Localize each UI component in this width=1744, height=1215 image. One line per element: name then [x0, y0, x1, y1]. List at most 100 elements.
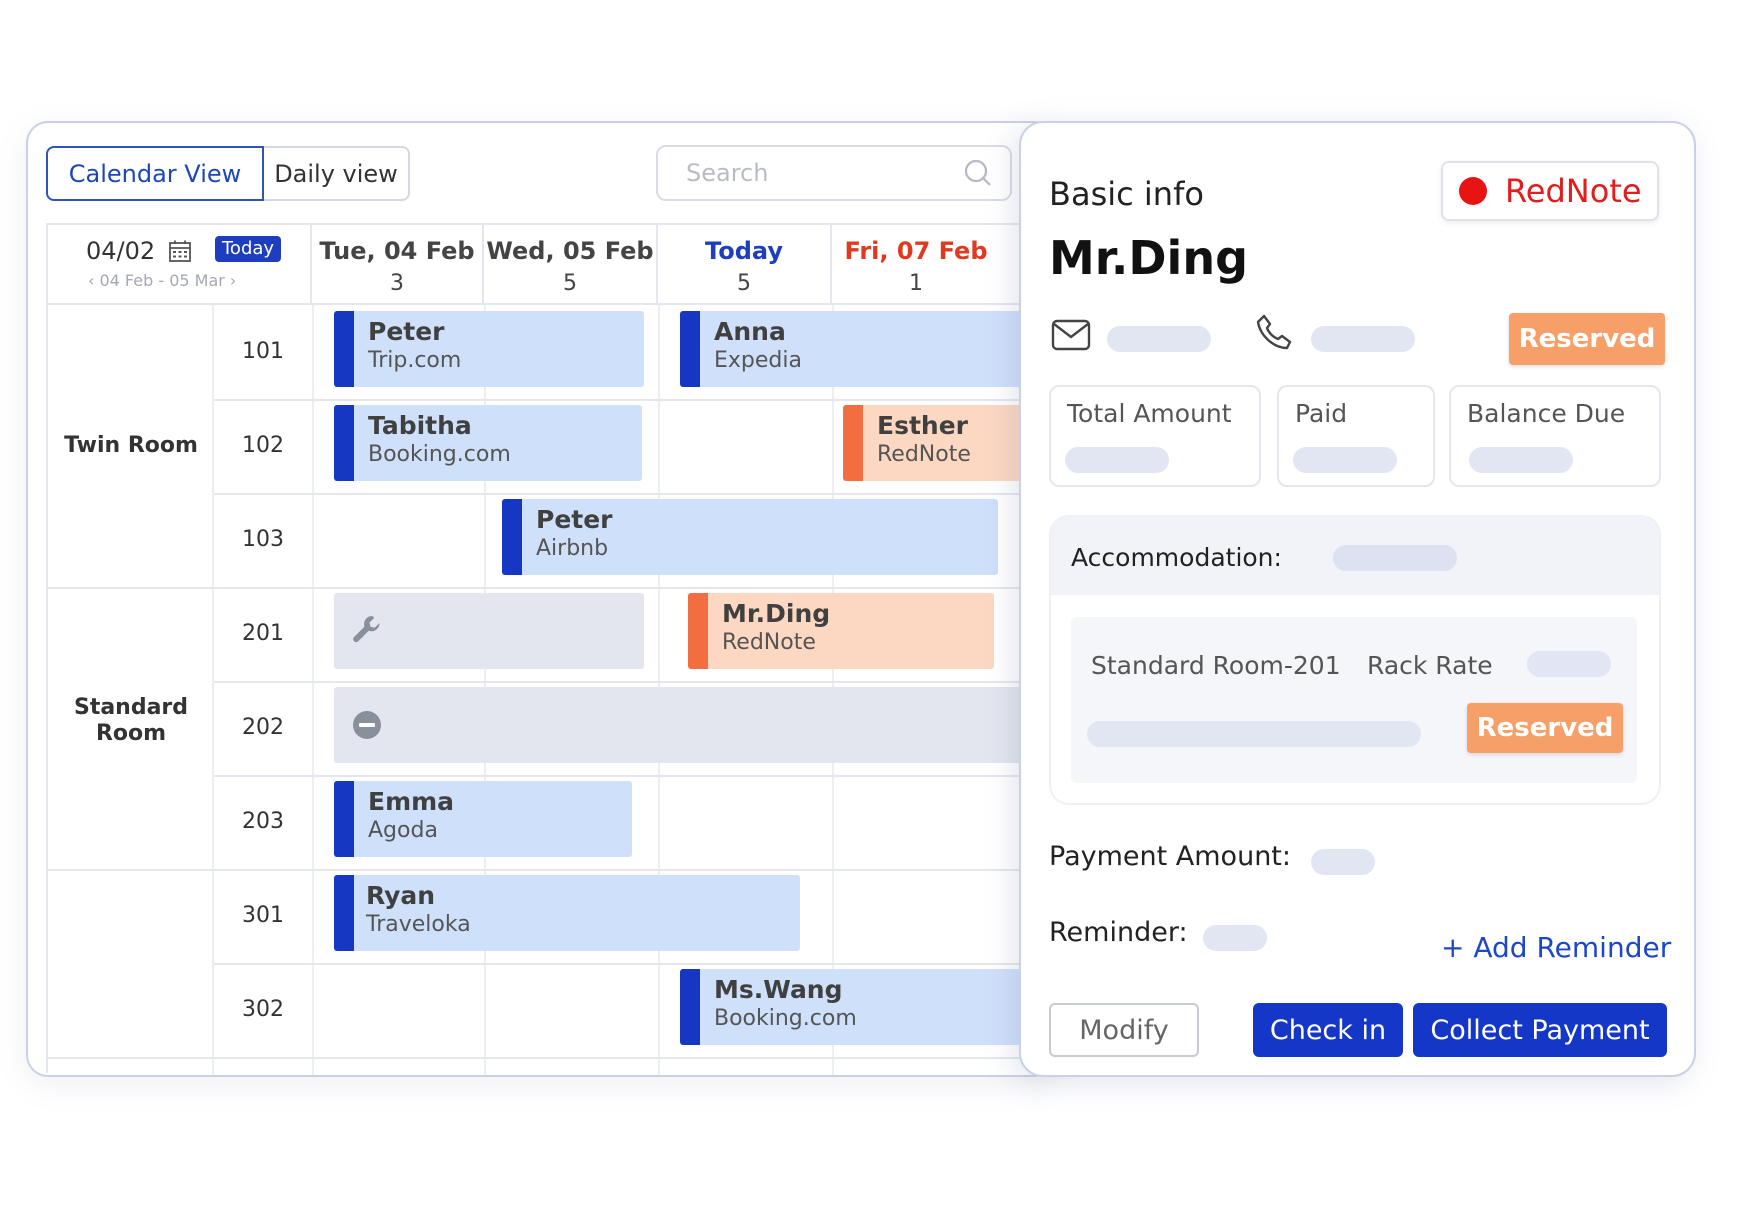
- date-range[interactable]: ‹ 04 Feb - 05 Mar ›: [88, 271, 236, 290]
- email-placeholder: [1107, 326, 1211, 352]
- booking-source: Trip.com: [368, 348, 462, 373]
- day-label: Tue, 04 Feb: [319, 237, 475, 265]
- section-title: Basic info: [1049, 175, 1204, 213]
- room-status-badge: Reserved: [1467, 703, 1623, 753]
- booking-guest: Tabitha: [368, 411, 472, 440]
- day-label: Fri, 07 Feb: [844, 237, 988, 265]
- group-divider: [48, 587, 1054, 589]
- view-toggle: Calendar View Daily view: [46, 146, 410, 201]
- calendar-icon[interactable]: [168, 239, 192, 263]
- room-info-placeholder: [1087, 721, 1421, 747]
- booking-card-selected[interactable]: Mr.Ding RedNote: [688, 593, 994, 669]
- booking-guest: Anna: [714, 317, 786, 346]
- room-number: 302: [242, 997, 284, 1022]
- channel-badge[interactable]: RedNote: [1441, 161, 1659, 221]
- room-number: 102: [242, 433, 284, 458]
- balance-due-box: Balance Due: [1449, 385, 1661, 487]
- day-count: 3: [390, 271, 404, 296]
- payment-amount-label: Payment Amount:: [1049, 841, 1291, 872]
- booking-source: Booking.com: [368, 442, 511, 467]
- day-header-1: Wed, 05 Feb 5: [484, 225, 658, 305]
- room-type-standard: Standard Room: [73, 695, 189, 746]
- day-label: Wed, 05 Feb: [486, 237, 654, 265]
- today-button[interactable]: Today: [215, 236, 282, 262]
- booking-card[interactable]: Peter Trip.com: [334, 311, 644, 387]
- day-header-3: Fri, 07 Feb 1: [832, 225, 1032, 305]
- booking-source: Airbnb: [536, 536, 609, 561]
- row-divider: [214, 775, 1054, 777]
- add-reminder-link[interactable]: + Add Reminder: [1441, 931, 1671, 964]
- search-placeholder: Search: [686, 159, 769, 187]
- booking-guest: Peter: [536, 505, 613, 534]
- row-divider: [214, 399, 1054, 401]
- booking-source: Booking.com: [714, 1006, 857, 1031]
- wrench-icon: [353, 616, 380, 643]
- payment-placeholder: [1311, 849, 1375, 875]
- room-number: 103: [242, 527, 284, 552]
- row-divider: [214, 493, 1054, 495]
- booking-card[interactable]: Anna Expedia: [680, 311, 1040, 387]
- balance-due-label: Balance Due: [1467, 399, 1626, 428]
- channel-dot-icon: [1459, 177, 1487, 205]
- total-amount-box: Total Amount: [1049, 385, 1261, 487]
- booking-guest: Emma: [368, 787, 455, 816]
- room-number: 301: [242, 903, 284, 928]
- rack-rate-placeholder: [1527, 651, 1611, 677]
- booking-detail-panel: Basic info RedNote Mr.Ding Reserved Tota…: [1019, 121, 1696, 1077]
- row-divider: [214, 681, 1054, 683]
- room-number: 202: [242, 715, 284, 740]
- grid-line: [312, 305, 314, 1075]
- reminder-label: Reminder:: [1049, 917, 1188, 948]
- daily-view-button[interactable]: Daily view: [264, 146, 410, 201]
- paid-label: Paid: [1295, 399, 1348, 428]
- day-count: 5: [563, 271, 577, 296]
- day-header-0: Tue, 04 Feb 3: [312, 225, 484, 305]
- booking-source: Traveloka: [366, 912, 471, 937]
- search-icon[interactable]: [964, 159, 992, 187]
- group-divider: [48, 1057, 1054, 1059]
- modify-button[interactable]: Modify: [1049, 1003, 1199, 1057]
- calendar-panel: Calendar View Daily view Search 04/02 To…: [26, 121, 1056, 1077]
- current-date[interactable]: 04/02: [86, 237, 155, 265]
- booking-source: RedNote: [722, 630, 816, 655]
- balance-placeholder: [1469, 447, 1573, 473]
- booking-card[interactable]: Emma Agoda: [334, 781, 632, 857]
- paid-box: Paid: [1277, 385, 1435, 487]
- total-amount-label: Total Amount: [1067, 399, 1232, 428]
- room-name: Standard Room-201: [1091, 651, 1341, 680]
- phone-icon[interactable]: [1255, 313, 1295, 353]
- booking-card[interactable]: Esther RedNote: [843, 405, 1043, 481]
- reminder-placeholder: [1203, 925, 1267, 951]
- booking-guest: Ms.Wang: [714, 975, 843, 1004]
- check-in-button[interactable]: Check in: [1253, 1003, 1403, 1057]
- amount-placeholder: [1065, 447, 1169, 473]
- blocked-room[interactable]: [334, 687, 1054, 763]
- rack-rate-label: Rack Rate: [1367, 651, 1493, 680]
- accommodation-header: Accommodation:: [1051, 517, 1659, 595]
- grid-line: [212, 305, 214, 1075]
- paid-placeholder: [1293, 447, 1397, 473]
- day-count: 1: [909, 271, 923, 296]
- calendar-grid: 04/02 Today ‹ 04 Feb - 05 Mar › Tue, 04 …: [46, 223, 1054, 1075]
- booking-guest: Ryan: [366, 881, 436, 910]
- status-badge: Reserved: [1509, 313, 1665, 365]
- room-detail: Standard Room-201 Rack Rate Reserved: [1071, 617, 1637, 783]
- collect-payment-button[interactable]: Collect Payment: [1413, 1003, 1667, 1057]
- search-input[interactable]: Search: [656, 145, 1012, 201]
- maintenance-block[interactable]: [334, 593, 644, 669]
- blocked-icon: [353, 711, 381, 739]
- booking-card[interactable]: Peter Airbnb: [502, 499, 998, 575]
- accommodation-card: Accommodation: Standard Room-201 Rack Ra…: [1049, 515, 1661, 805]
- mail-icon[interactable]: [1051, 319, 1091, 351]
- booking-card[interactable]: Tabitha Booking.com: [334, 405, 642, 481]
- booking-source: Expedia: [714, 348, 802, 373]
- accommodation-placeholder: [1333, 545, 1457, 571]
- booking-guest: Mr.Ding: [722, 599, 831, 628]
- booking-card[interactable]: Ms.Wang Booking.com: [680, 969, 1040, 1045]
- row-divider: [214, 963, 1054, 965]
- booking-guest: Peter: [368, 317, 445, 346]
- booking-card[interactable]: Ryan Traveloka: [334, 875, 800, 951]
- calendar-view-button[interactable]: Calendar View: [46, 146, 264, 201]
- guest-name: Mr.Ding: [1049, 231, 1249, 285]
- date-selector: 04/02 Today ‹ 04 Feb - 05 Mar ›: [48, 225, 312, 305]
